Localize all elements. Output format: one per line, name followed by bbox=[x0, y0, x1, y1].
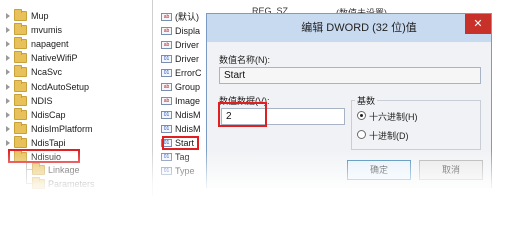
expand-chevron-icon[interactable] bbox=[6, 140, 10, 146]
folder-icon bbox=[14, 136, 27, 148]
base-groupbox bbox=[351, 100, 481, 150]
folder-icon bbox=[32, 163, 45, 175]
dialog-title: 编辑 DWORD (32 位)值 bbox=[301, 22, 417, 34]
binary-value-icon: 01 bbox=[161, 125, 172, 133]
folder-icon bbox=[14, 65, 27, 77]
folder-icon bbox=[14, 23, 27, 35]
base-label: 基数 bbox=[355, 94, 378, 107]
expand-chevron-icon[interactable] bbox=[6, 84, 10, 90]
string-value-icon: ab bbox=[161, 83, 172, 91]
expand-chevron-icon[interactable] bbox=[6, 112, 10, 118]
expand-chevron-icon[interactable] bbox=[6, 69, 10, 75]
ndisuio-highlight-box bbox=[8, 149, 80, 163]
string-value-icon: ab bbox=[161, 27, 172, 35]
value-data-highlight-box bbox=[218, 102, 267, 127]
binary-value-icon: 01 bbox=[161, 69, 172, 77]
binary-value-icon: 01 bbox=[161, 111, 172, 119]
expand-chevron-icon[interactable] bbox=[6, 41, 10, 47]
start-highlight-box bbox=[162, 136, 199, 150]
folder-icon bbox=[32, 177, 45, 189]
expand-chevron-icon[interactable] bbox=[6, 13, 10, 19]
binary-value-icon: 01 bbox=[161, 167, 172, 175]
tree-guide-line bbox=[26, 163, 27, 184]
expand-chevron-icon[interactable] bbox=[6, 98, 10, 104]
folder-icon bbox=[14, 80, 27, 92]
cancel-button[interactable]: 取消 bbox=[419, 160, 483, 180]
radio-dec[interactable] bbox=[357, 130, 366, 139]
value-name-label: 数值名称(N): bbox=[219, 55, 270, 65]
string-value-icon: ab bbox=[161, 41, 172, 49]
radio-hex[interactable] bbox=[357, 111, 366, 120]
edit-dword-dialog: 编辑 DWORD (32 位)值 ✕ 数值名称(N): Start 数值数据(V… bbox=[206, 13, 492, 188]
folder-icon bbox=[14, 37, 27, 49]
pane-splitter[interactable] bbox=[152, 0, 153, 196]
expand-chevron-icon[interactable] bbox=[6, 27, 10, 33]
close-button[interactable]: ✕ bbox=[465, 14, 491, 34]
folder-icon bbox=[14, 108, 27, 120]
folder-icon bbox=[14, 94, 27, 106]
registry-tree[interactable]: Mup mvumis napagent NativeWifiP NcaSvc N… bbox=[0, 0, 150, 196]
string-value-icon: ab bbox=[161, 13, 172, 21]
expand-chevron-icon[interactable] bbox=[6, 126, 10, 132]
radio-dec-label[interactable]: 十进制(D) bbox=[369, 129, 409, 142]
string-value-icon: ab bbox=[161, 97, 172, 105]
binary-value-icon: 01 bbox=[161, 55, 172, 63]
ok-button[interactable]: 确定 bbox=[347, 160, 411, 180]
folder-icon bbox=[14, 51, 27, 63]
folder-icon bbox=[14, 9, 27, 21]
binary-value-icon: 01 bbox=[161, 153, 172, 161]
value-name-field[interactable]: Start bbox=[219, 67, 481, 84]
folder-icon bbox=[14, 122, 27, 134]
radio-hex-label[interactable]: 十六进制(H) bbox=[369, 110, 418, 123]
expand-chevron-icon[interactable] bbox=[6, 55, 10, 61]
dialog-titlebar[interactable]: 编辑 DWORD (32 位)值 ✕ bbox=[207, 14, 491, 42]
